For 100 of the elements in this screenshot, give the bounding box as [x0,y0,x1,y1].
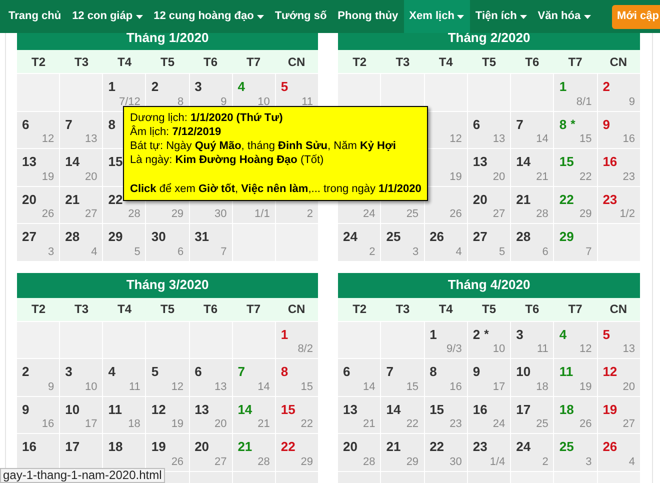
weekday-header: CN [286,54,306,70]
day-number: 5 [151,364,159,379]
lunar-date: 16 [622,133,635,145]
day-number: 20 [343,439,358,454]
lunar-date: 27 [492,208,506,220]
day-number: 31 [194,229,210,244]
lunar-date: 28 [128,208,140,220]
lunar-date: 3 [412,246,419,258]
lunar-date: 27 [622,418,635,430]
lunar-date: 2 [542,456,548,468]
weekday-header: T4 [116,301,132,318]
day-number: 25 [386,229,401,244]
day-number: 7 [386,364,394,379]
lunar-date: 15 [406,380,419,392]
weekday-header: T6 [524,301,540,318]
lunar-date: 22 [406,418,419,430]
day-number: 16 [472,402,488,416]
weekday-header: T6 [202,54,218,70]
lunar-date: 2 [306,208,313,220]
lunar-date: 5 [134,246,140,258]
day-number: 8 [108,116,116,132]
lunar-date: 23 [450,418,462,430]
lunar-date: 7 [220,246,227,258]
day-number: 25 [559,439,574,454]
day-number: 11 [559,364,574,379]
lunar-date: 23 [622,170,635,182]
lunar-date: 28 [363,456,376,468]
day-number: 9 [602,116,610,132]
day-number: 7 [516,116,524,132]
day-number: 21 [238,439,252,454]
day-number: 6 [22,116,30,132]
day-number: 29 [108,229,123,244]
day-number: 24 [516,439,531,454]
lunar-date: 13 [85,133,98,145]
day-number: 11 [108,402,122,416]
weekday-header: T4 [438,54,454,70]
lunar-date: 1/1 [254,208,270,220]
lunar-date: 8 [177,96,184,108]
day-number: 6 [343,364,350,379]
day-number: 5 [602,326,610,342]
day-number: 18 [108,439,123,454]
lunar-date: 5 [499,246,506,258]
day-number: 8 [280,364,288,379]
lunar-date: 20 [214,418,227,430]
weekday-header: T2 [352,301,368,318]
weekday-header: CN [608,301,628,318]
day-number: 4 [108,364,116,379]
event-mark: * [484,326,489,342]
weekday-header: T6 [202,301,218,318]
day-number: 2 [22,364,30,379]
day-number: 1 [430,326,437,342]
lunar-date: 22 [579,170,592,182]
day-number: 21 [516,192,531,206]
day-number: 10 [65,402,80,416]
weekday-header: T2 [352,54,368,70]
day-number: 13 [22,154,36,169]
lunar-date: 24 [363,208,376,220]
day-number: 19 [151,439,166,454]
weekday-header: T7 [245,301,262,318]
day-number: 8 [430,364,437,379]
lunar-date: 12 [450,133,462,145]
day-number: 18 [559,402,574,416]
day-number: 7 [238,364,245,379]
lunar-date: 22 [300,418,313,430]
day-number: 3 [516,326,524,342]
month-title: Tháng 3/2020 [17,272,318,298]
lunar-date: 20 [492,170,506,182]
day-number: 7 [65,116,72,132]
day-number: 24 [343,229,358,244]
weekday-header: T7 [567,301,584,318]
lunar-date: 18 [536,380,548,392]
lunar-date: 16 [42,418,54,430]
day-number: 14 [386,402,401,416]
lunar-date: 26 [171,456,184,468]
tooltip-line: Dương lịch: 1/1/2020 (Thứ Tư) [130,111,284,125]
lunar-date: 3 [586,456,592,468]
lunar-date: 13 [622,343,635,355]
day-number: 20 [472,192,488,206]
day-number: 5 [280,79,288,94]
day-number: 27 [472,229,488,244]
day-number: 1 [280,326,288,342]
lunar-date: 10 [492,343,506,355]
day-number: 23 [602,192,618,206]
day-number: 22 [280,439,296,454]
weekday-header: T7 [567,54,584,70]
lunar-date: 1/4 [490,456,506,468]
day-number: 13 [343,402,358,416]
tooltip-line: Bát tự: Ngày Quý Mão, tháng Đinh Sửu, Năm Kỷ Hợi [130,139,397,153]
lunar-date: 15 [300,380,313,392]
lunar-date: 26 [450,208,462,220]
lunar-date: 6 [177,246,184,258]
weekday-header: T6 [524,54,540,70]
lunar-date: 12 [579,343,592,355]
day-number: 16 [602,154,618,169]
lunar-date: 4 [456,246,462,258]
lunar-date: 18 [128,418,140,430]
lunar-date: 26 [579,418,592,430]
tooltip-line: Âm lịch: 7/12/2019 [130,125,222,139]
day-number: 15 [559,154,574,169]
weekday-header: T5 [159,54,176,70]
